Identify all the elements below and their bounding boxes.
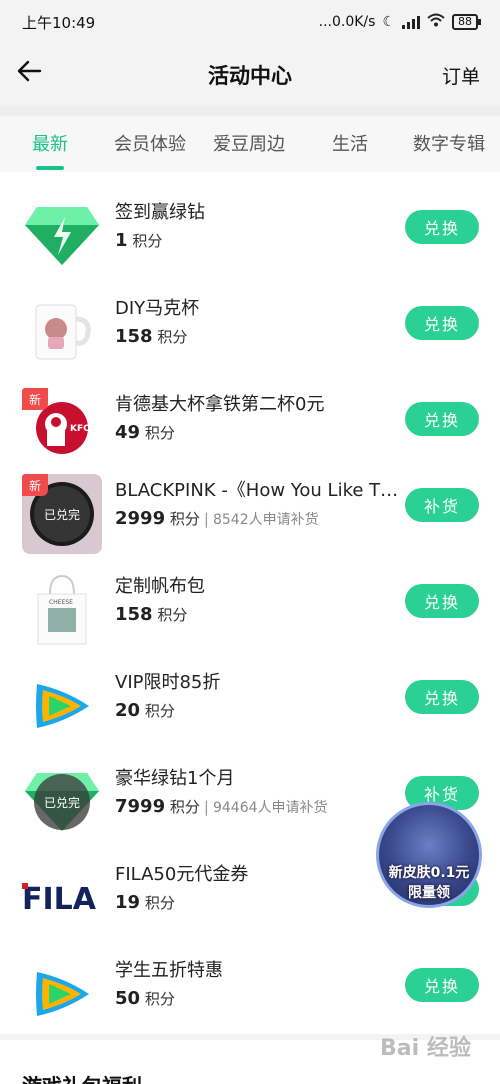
- item-title: 定制帆布包: [115, 576, 205, 597]
- item-title: 签到赢绿钻: [115, 202, 205, 223]
- tote-bag-icon: CHEESE: [22, 570, 102, 650]
- redeem-button[interactable]: 兑换: [405, 968, 479, 1002]
- navigation-bar: 活动中心 订单: [0, 44, 500, 106]
- list-item[interactable]: 签到赢绿钻 1 积分 兑换: [0, 196, 500, 292]
- sold-out-label: 已兑完: [34, 774, 90, 830]
- status-time: 上午10:49: [22, 13, 96, 32]
- moon-icon: ☾: [382, 14, 395, 30]
- item-title: BLACKPINK -《How You Like That》: [115, 480, 407, 501]
- item-points: 49: [115, 422, 141, 443]
- points-unit: 积分: [144, 702, 175, 720]
- new-badge: 新: [22, 388, 48, 410]
- item-title: 肯德基大杯拿铁第二杯0元: [115, 394, 325, 415]
- item-points: 158: [115, 326, 153, 347]
- item-title: 学生五折特惠: [115, 960, 223, 981]
- item-title: DIY马克杯: [115, 298, 200, 319]
- signal-icon: [402, 15, 420, 29]
- restock-requests: 8542人申请补货: [212, 512, 319, 528]
- active-tab-indicator: [36, 166, 64, 170]
- list-item[interactable]: DIY马克杯 158 积分 兑换: [0, 292, 500, 388]
- promo-line-1: 新皮肤0.1元: [388, 865, 470, 881]
- item-title: FILA50元代金券: [115, 864, 249, 885]
- network-speed: ...0.0K/s: [318, 14, 376, 30]
- page-title: 活动中心: [208, 64, 292, 88]
- back-arrow-icon[interactable]: [14, 56, 44, 86]
- redeem-button[interactable]: 兑换: [405, 680, 479, 714]
- points-unit: 积分: [144, 424, 175, 442]
- svg-text:FILA: FILA: [22, 883, 97, 913]
- order-button[interactable]: 订单: [442, 62, 480, 89]
- item-title: VIP限时85折: [115, 672, 221, 693]
- tab-life[interactable]: 生活: [332, 130, 368, 156]
- item-points: 7999: [115, 796, 166, 817]
- floating-promo-badge[interactable]: 新皮肤0.1元 限量领: [370, 800, 488, 910]
- item-points: 1: [115, 230, 128, 251]
- points-unit: 积分: [144, 894, 175, 912]
- list-item[interactable]: 新 KFC 肯德基大杯拿铁第二杯0元 49 积分 兑换: [0, 388, 500, 484]
- section-title: 游戏礼包福利: [22, 1070, 142, 1084]
- list-item[interactable]: VIP限时85折 20 积分 兑换: [0, 666, 500, 762]
- new-badge: 新: [22, 474, 48, 496]
- points-unit: 积分: [132, 232, 163, 250]
- points-unit: 积分: [144, 990, 175, 1008]
- mug-icon: [22, 292, 102, 372]
- svg-text:CHEESE: CHEESE: [49, 599, 73, 606]
- redeem-button[interactable]: 兑换: [405, 210, 479, 244]
- points-unit: 积分: [157, 328, 188, 346]
- watermark: Bai 经验: [380, 1036, 471, 1061]
- restock-button[interactable]: 补货: [405, 488, 479, 522]
- points-unit: 积分: [157, 606, 188, 624]
- redeem-button[interactable]: 兑换: [405, 584, 479, 618]
- promo-line-2: 限量领: [408, 885, 450, 901]
- item-points: 158: [115, 604, 153, 625]
- green-diamond-icon: 已兑完: [22, 762, 102, 842]
- item-title: 豪华绿钻1个月: [115, 768, 235, 789]
- list-item[interactable]: 新 已兑完 BLACKPINK -《How You Like That》 299…: [0, 474, 500, 570]
- category-tabs: 最新 会员体验 爱豆周边 生活 数字专辑: [0, 116, 500, 172]
- play-logo-icon: [22, 666, 102, 746]
- svg-text:KFC: KFC: [70, 424, 90, 434]
- item-points: 2999: [115, 508, 166, 529]
- list-item[interactable]: CHEESE 定制帆布包 158 积分 兑换: [0, 570, 500, 666]
- divider: [0, 106, 500, 116]
- item-points: 20: [115, 700, 141, 721]
- play-logo-icon: [22, 954, 102, 1034]
- redeem-button[interactable]: 兑换: [405, 306, 479, 340]
- fila-logo: FILA: [22, 858, 102, 938]
- points-unit: 积分: [169, 510, 200, 528]
- tab-latest[interactable]: 最新: [32, 130, 68, 156]
- wifi-icon: [427, 13, 445, 31]
- battery-icon: 88: [452, 14, 481, 30]
- redeem-button[interactable]: 兑换: [405, 402, 479, 436]
- item-points: 50: [115, 988, 141, 1009]
- tab-idol-merch[interactable]: 爱豆周边: [213, 130, 285, 156]
- green-diamond-icon: [22, 196, 102, 276]
- tab-member-experience[interactable]: 会员体验: [114, 130, 186, 156]
- tab-digital-album[interactable]: 数字专辑: [413, 130, 485, 156]
- item-points: 19: [115, 892, 141, 913]
- points-unit: 积分: [169, 798, 200, 816]
- restock-requests: 94464人申请补货: [212, 800, 328, 816]
- status-bar: 上午10:49 ...0.0K/s ☾ 88: [0, 0, 500, 44]
